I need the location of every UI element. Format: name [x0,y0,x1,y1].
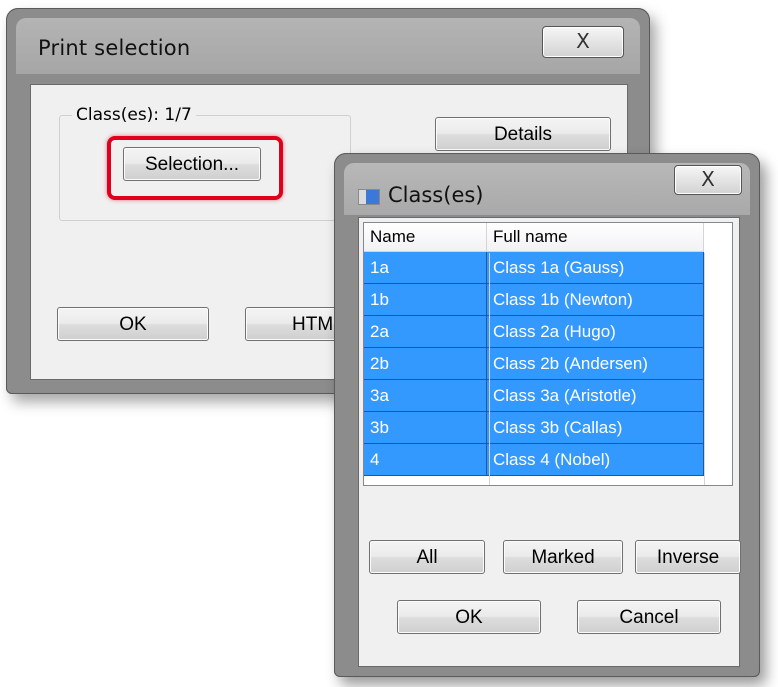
ok-button[interactable]: OK [397,600,541,634]
classes-title: Class(es) [388,183,484,207]
column-header-full-name[interactable]: Full name [486,223,704,252]
classes-dialog: Class(es) X Name Full name 1a Class 1a (… [334,153,760,677]
selection-highlight [107,136,283,200]
close-button[interactable]: X [674,165,742,195]
grid-line [489,253,490,485]
ok-button[interactable]: OK [57,307,209,341]
classes-client: Name Full name 1a Class 1a (Gauss) 1b Cl… [358,217,741,667]
all-button[interactable]: All [369,540,485,574]
details-button[interactable]: Details [435,117,611,151]
cancel-button[interactable]: Cancel [577,600,721,634]
close-button[interactable]: X [542,26,624,58]
grid-line [364,253,705,485]
window-icon [358,189,380,205]
classes-listview[interactable]: Name Full name 1a Class 1a (Gauss) 1b Cl… [363,222,733,486]
marked-button[interactable]: Marked [503,540,623,574]
print-selection-title: Print selection [38,36,191,60]
inverse-button[interactable]: Inverse [635,540,741,574]
classes-count-label: Class(es): 1/7 [72,105,196,125]
column-header-name[interactable]: Name [364,223,487,252]
